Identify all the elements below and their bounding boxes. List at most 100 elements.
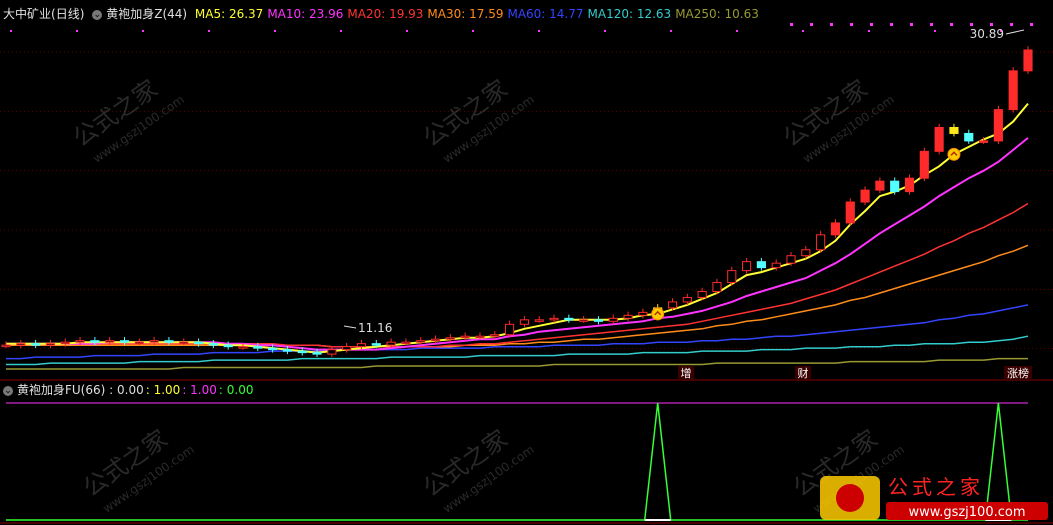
candle-body [816, 234, 826, 251]
candle-body [756, 261, 766, 269]
ma-line-ma20 [6, 202, 1029, 348]
stock-name: 大中矿业 [3, 7, 52, 21]
ma-legend-ma120: MA120: 12.63 [587, 7, 672, 21]
stock-chart-window: 公式之家 www.gszj100.com 公式之家 www.gszj100.com 公式… [0, 0, 1053, 525]
candle-body [475, 335, 485, 339]
candle-body [742, 261, 752, 272]
candle-body [60, 341, 70, 345]
low-price-label: 11.16 [358, 321, 392, 335]
ma-legend-ma250: MA250: 10.63 [675, 7, 759, 21]
logo-url: www.gszj100.com [908, 505, 1025, 520]
main-indicator-name: 黄袍加身Z(44) [106, 7, 188, 21]
candle-body [845, 201, 855, 224]
top-dot [950, 23, 953, 26]
candle-body [327, 349, 337, 355]
candle-body [460, 335, 470, 339]
candle-body [801, 249, 811, 257]
candle-body [193, 341, 204, 345]
high-price-pointer [1005, 29, 1025, 35]
watermark: 公式之家www.gszj100.com [778, 74, 897, 165]
candle-body [490, 334, 500, 337]
candle-body [105, 340, 115, 343]
candle-body [771, 262, 781, 269]
candle-body [223, 344, 233, 348]
candle-body [430, 338, 441, 342]
candle-body [875, 180, 885, 191]
sub-chart-header: ⌄ 黄袍加身FU(66) : 0.00: 1.00: 1.00: 0.00 [3, 382, 259, 398]
candle-body [549, 317, 559, 321]
candle-body [31, 343, 41, 346]
candle-body [830, 222, 841, 236]
candle-body [119, 340, 130, 343]
logo-emblem-core [836, 484, 864, 512]
candle-body [371, 343, 381, 346]
ma-line-ma10 [6, 137, 1029, 351]
candle-body [45, 343, 56, 346]
top-dot [790, 23, 793, 26]
candle-body [416, 340, 426, 343]
candle-body [579, 319, 589, 322]
candle-body [638, 311, 648, 316]
candle-body [608, 317, 618, 322]
candle-body [75, 340, 85, 343]
ma-line-ma250 [6, 357, 1028, 370]
candle-body [682, 296, 692, 303]
watermark: 公式之家www.gszj100.com [418, 424, 537, 515]
watermark: 公式之家www.gszj100.com [418, 74, 537, 165]
high-price-label: 30.89 [970, 27, 1004, 41]
candle-body [964, 132, 974, 142]
candle-body [386, 341, 396, 346]
top-dot [406, 30, 408, 32]
period-label: (日线) [51, 7, 85, 21]
sub-value-2: : 1.00 [182, 383, 217, 397]
candle-body [949, 126, 959, 134]
candle-body [919, 150, 929, 179]
candle-body [238, 346, 248, 349]
candle-body [786, 255, 796, 264]
candle-body [268, 347, 278, 351]
chart-canvas[interactable]: 公式之家www.gszj100.com 公式之家www.gszj100.com 公式… [0, 0, 1053, 525]
watermark: 公式之家www.gszj100.com [78, 424, 197, 515]
top-dot [850, 23, 853, 26]
top-dot [868, 30, 870, 32]
candle-body [134, 341, 144, 345]
site-logo: 公式之家 www.gszj100.com [820, 475, 1048, 520]
sub-value-3: : 0.00 [218, 383, 254, 397]
candle-body [860, 189, 870, 203]
candle-body [505, 323, 515, 336]
candle-body [1, 344, 11, 348]
top-dot [340, 30, 342, 32]
candle-body [16, 343, 26, 346]
candle-body [667, 301, 678, 309]
top-dot [76, 30, 78, 32]
signal-marker [947, 147, 961, 161]
indicator-settings-icon[interactable]: ⌄ [92, 9, 103, 20]
candle-body [282, 349, 292, 352]
ma-legend-ma10: MA10: 23.96 [267, 7, 344, 21]
top-dot [870, 23, 873, 26]
top-dot [930, 23, 933, 26]
candle-body [445, 337, 455, 340]
top-dot [472, 30, 474, 32]
candle-body [312, 352, 322, 355]
top-dot [934, 30, 936, 32]
top-dot [142, 30, 144, 32]
candle-body [712, 282, 722, 292]
top-dot [830, 23, 833, 26]
top-dot [970, 23, 973, 26]
event-tag: 增 [681, 366, 692, 380]
candle-body [356, 343, 367, 348]
ma-line-ma120 [6, 335, 1029, 366]
sub-indicator-settings-icon[interactable]: ⌄ [3, 385, 13, 396]
candle-body [297, 350, 307, 354]
candle-body [179, 341, 189, 345]
ma-legend-ma60: MA60: 14.77 [507, 7, 584, 21]
candle-body [149, 340, 159, 343]
candle-body [993, 109, 1003, 142]
top-dot [990, 23, 993, 26]
top-dot [670, 30, 672, 32]
candle-body [623, 314, 633, 319]
top-dot [1030, 23, 1033, 26]
event-tag: 涨榜 [1007, 366, 1029, 380]
ma-line-ma5 [6, 102, 1029, 354]
